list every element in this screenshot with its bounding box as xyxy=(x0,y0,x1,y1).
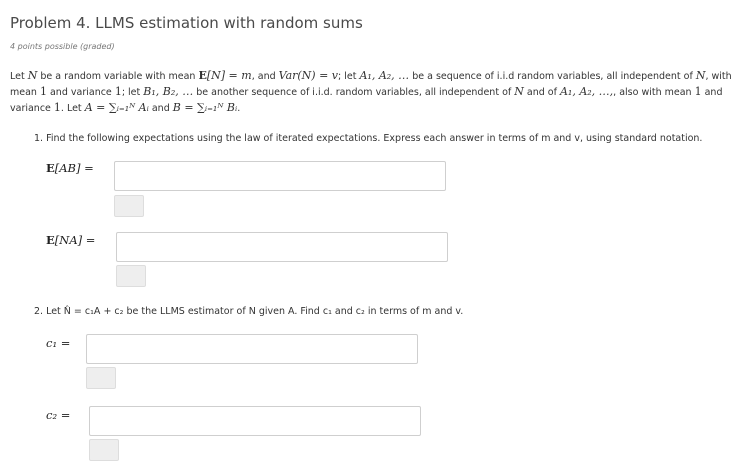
problem-title: Problem 4. LLMS estimation with random s… xyxy=(10,14,363,32)
question-1-text: 1. Find the following expectations using… xyxy=(34,133,703,144)
c2-answer-input[interactable] xyxy=(89,406,421,436)
c1-answer-input[interactable] xyxy=(86,334,418,364)
ena-status-indicator xyxy=(116,265,146,287)
ena-label: E[NA] = xyxy=(46,233,96,247)
problem-statement: Let N be a random variable with mean E[N… xyxy=(10,69,732,114)
points-possible: 4 points possible (graded) xyxy=(10,42,115,51)
c2-label: c₂ = xyxy=(46,408,71,422)
c1-status-indicator xyxy=(86,367,116,389)
eab-label: E[AB] = xyxy=(46,161,94,175)
question-2-text: 2. Let N̂ = c₁A + c₂ be the LLMS estimat… xyxy=(34,306,464,317)
ena-answer-input[interactable] xyxy=(116,232,448,262)
eab-answer-input[interactable] xyxy=(114,161,446,191)
c2-status-indicator xyxy=(89,439,119,461)
eab-status-indicator xyxy=(114,195,144,217)
c1-label: c₁ = xyxy=(46,336,71,350)
